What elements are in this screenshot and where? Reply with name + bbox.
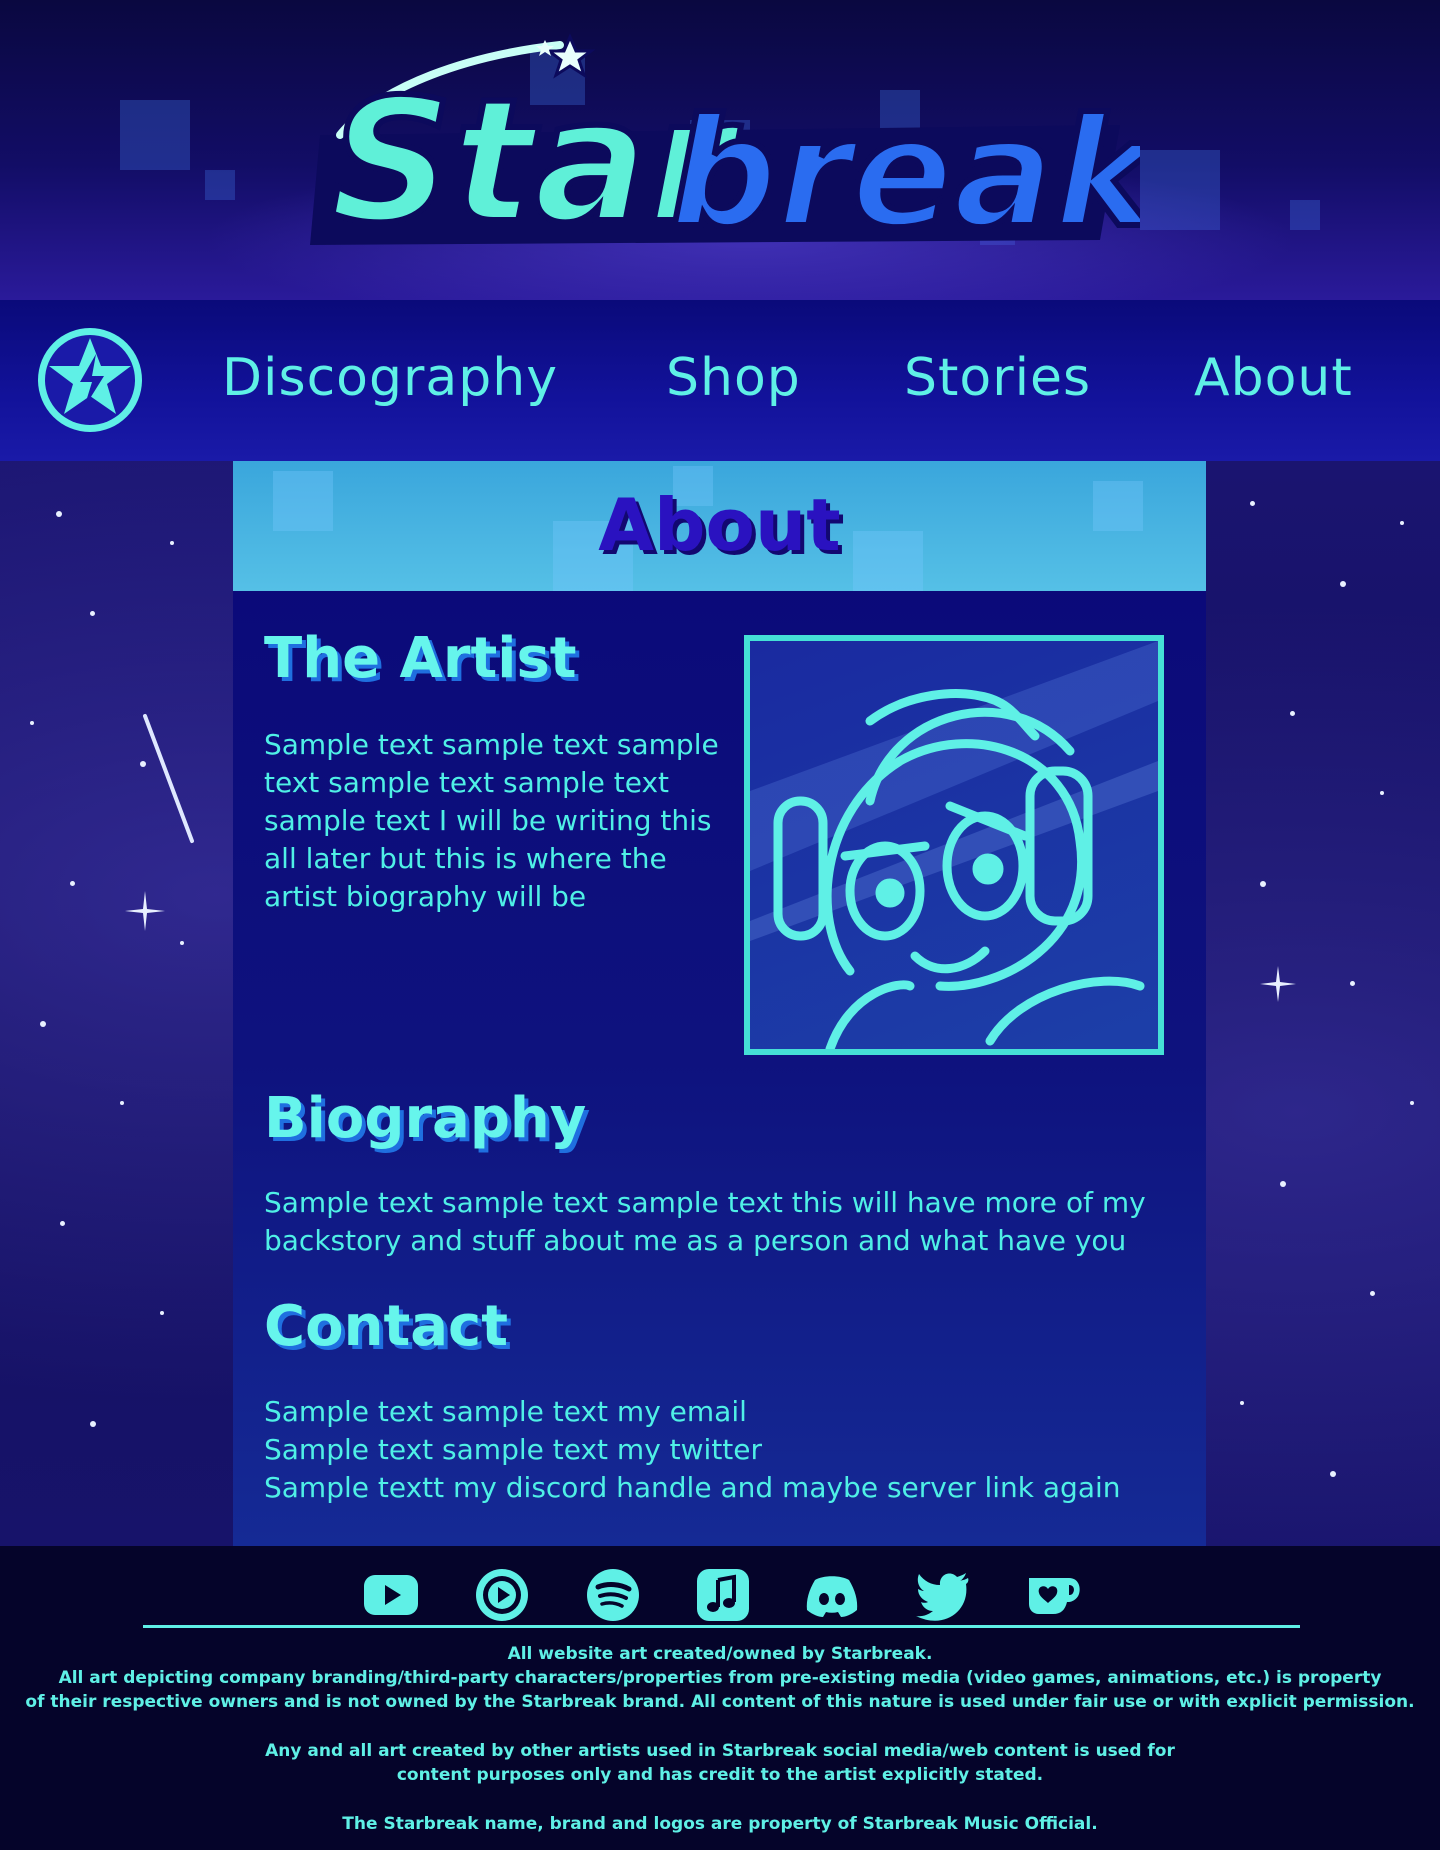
youtube-icon[interactable] [362,1566,420,1624]
footer-fine-print: Any and all art created by other artists… [265,1741,1175,1761]
nav-item-discography[interactable]: Discography [222,348,558,408]
kofi-icon[interactable] [1025,1566,1083,1624]
artist-text-line: text sample text sample text [264,766,669,799]
header-banner: Star break [0,0,1440,300]
logo-text-break: break [670,87,1140,255]
footer: All website art created/owned by Starbre… [0,1546,1440,1850]
starbreak-logo[interactable]: Star break [300,15,1140,255]
about-panel: About The Artist Sample text sample text… [233,461,1206,1546]
contact-twitter-line[interactable]: Sample text sample text my twitter [264,1431,1184,1469]
page-title: About [598,483,841,567]
twitter-icon[interactable] [914,1566,972,1624]
spotify-icon[interactable] [584,1566,642,1624]
nav-item-about[interactable]: About [1194,348,1353,408]
main-nav: Discography Shop Stories About [0,300,1440,461]
contact-heading: Contact [264,1294,508,1359]
sparkle-icon [1260,966,1296,1002]
footer-fine-print: The Starbreak name, brand and logos are … [342,1814,1098,1834]
artist-heading: The Artist [264,626,577,691]
footer-divider [143,1625,1300,1628]
artist-text-line: all later but this is where the [264,842,667,875]
contact-text: Sample text sample text my email Sample … [264,1393,1184,1507]
shooting-star-icon [143,714,194,843]
about-panel-header: About [233,461,1206,591]
contact-discord-line[interactable]: Sample textt my discord handle and maybe… [264,1469,1184,1507]
artist-text-line: artist biography will be [264,880,587,913]
artist-text-line: sample text I will be writing this [264,804,712,837]
biography-text: Sample text sample text sample text this… [264,1184,1184,1260]
artist-portrait [744,635,1164,1055]
biography-text-line: backstory and stuff about me as a person… [264,1224,1127,1257]
footer-fine-print: All art depicting company branding/third… [58,1668,1382,1688]
home-star-logo-icon[interactable] [34,324,146,436]
footer-fine-print: of their respective owners and is not ow… [25,1692,1415,1712]
discord-icon[interactable] [803,1566,861,1624]
footer-fine-print: All website art created/owned by Starbre… [507,1644,933,1664]
nav-item-shop[interactable]: Shop [666,348,801,408]
artist-text-line: Sample text sample text sample [264,728,719,761]
apple-music-icon[interactable] [694,1566,752,1624]
biography-text-line: Sample text sample text sample text this… [264,1186,1146,1219]
footer-fine-print: content purposes only and has credit to … [396,1765,1044,1785]
sparkle-icon [125,891,165,931]
biography-heading: Biography [264,1086,587,1151]
nav-item-stories[interactable]: Stories [904,348,1091,408]
artist-text: Sample text sample text sample text samp… [264,726,724,916]
contact-email-line[interactable]: Sample text sample text my email [264,1393,1184,1431]
play-circle-icon[interactable] [473,1566,531,1624]
